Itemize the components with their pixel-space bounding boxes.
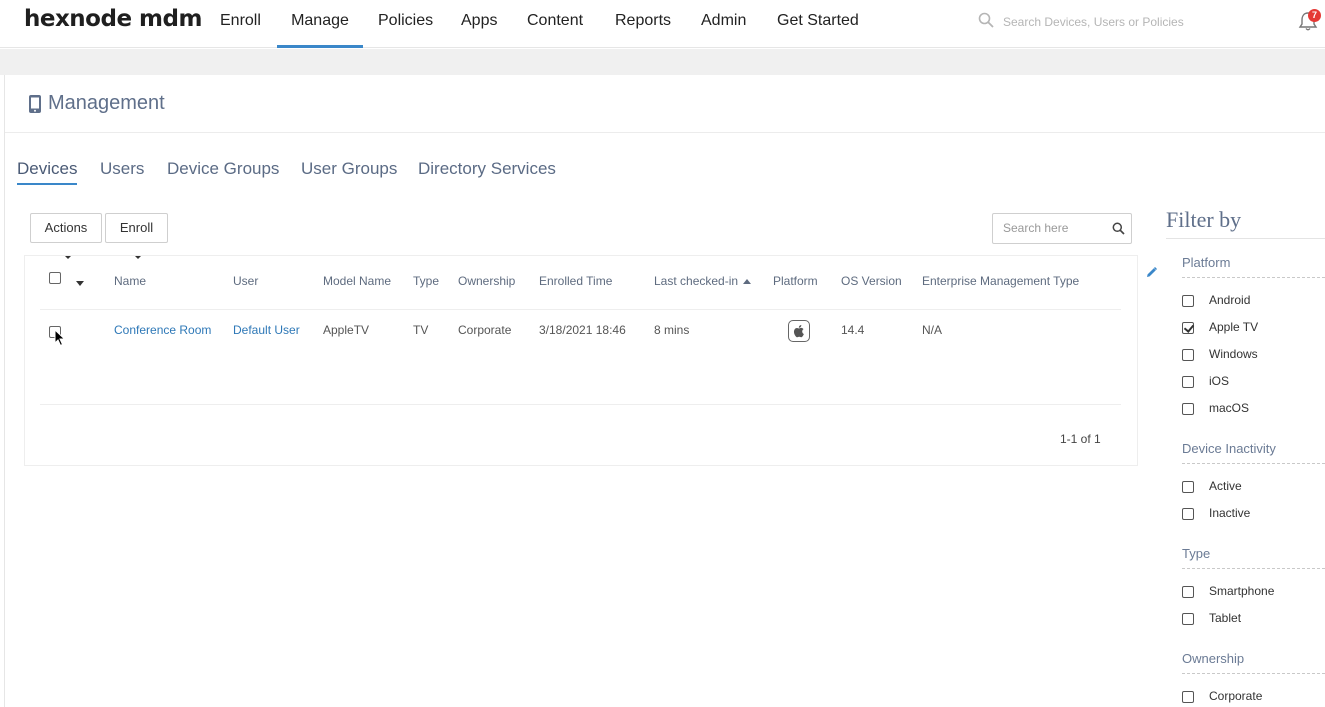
- column-header-os-version[interactable]: OS Version: [841, 274, 902, 288]
- column-header-user[interactable]: User: [233, 274, 258, 288]
- filter-checkbox-windows[interactable]: [1182, 349, 1194, 361]
- column-header-platform[interactable]: Platform: [773, 274, 818, 288]
- filter-option-android[interactable]: Android: [1209, 293, 1250, 307]
- column-header-enrolled-time[interactable]: Enrolled Time: [539, 274, 612, 288]
- nav-policies[interactable]: Policies: [378, 12, 433, 48]
- filter-section-type: Type: [1182, 546, 1211, 561]
- apple-icon: [793, 325, 804, 338]
- column-header-model-name[interactable]: Model Name: [323, 274, 391, 288]
- filter-option-windows[interactable]: Windows: [1209, 347, 1258, 361]
- filter-section-divider: [1182, 673, 1325, 674]
- global-search-input[interactable]: [1003, 13, 1223, 31]
- sort-ascending-icon: [743, 279, 752, 285]
- filter-checkbox-inactive[interactable]: [1182, 508, 1194, 520]
- filter-option-tablet[interactable]: Tablet: [1209, 611, 1241, 625]
- device-user-link[interactable]: Default User: [233, 323, 300, 337]
- tab-directory-services[interactable]: Directory Services: [418, 159, 556, 185]
- edit-columns-pencil-icon[interactable]: [1145, 266, 1158, 279]
- mouse-cursor-icon: [54, 329, 66, 347]
- filter-section-divider: [1182, 568, 1325, 569]
- tab-user-groups[interactable]: User Groups: [301, 159, 397, 185]
- search-icon[interactable]: [1112, 222, 1125, 235]
- enroll-label: Enroll: [119, 220, 154, 235]
- device-type: TV: [413, 323, 429, 337]
- filter-section-ownership: Ownership: [1182, 651, 1245, 666]
- pagination-info: 1-1 of 1: [1060, 432, 1101, 446]
- filter-checkbox-tablet[interactable]: [1182, 613, 1194, 625]
- filter-option-macos[interactable]: macOS: [1209, 401, 1249, 415]
- device-model: AppleTV: [323, 323, 370, 337]
- tab-devices[interactable]: Devices: [17, 159, 78, 185]
- hexnode-logo[interactable]: hexnode mdm: [24, 6, 202, 32]
- filter-checkbox-ios[interactable]: [1182, 376, 1194, 388]
- filter-checkbox-corporate[interactable]: [1182, 691, 1194, 703]
- filter-checkbox-smartphone[interactable]: [1182, 586, 1194, 598]
- search-icon: [978, 12, 994, 28]
- content-left-border: [4, 75, 5, 707]
- tab-users[interactable]: Users: [100, 159, 144, 185]
- tab-device-groups[interactable]: Device Groups: [167, 159, 279, 185]
- filter-section-device-inactivity: Device Inactivity: [1182, 441, 1276, 456]
- device-enrolled-time: 3/18/2021 18:46: [539, 323, 626, 337]
- filter-option-apple-tv[interactable]: Apple TV: [1209, 320, 1258, 334]
- nav-content[interactable]: Content: [527, 12, 583, 48]
- actions-dropdown-button[interactable]: Actions: [30, 213, 102, 259]
- filter-option-ios[interactable]: iOS: [1209, 374, 1229, 388]
- header-row-divider: [40, 309, 1121, 310]
- table-footer-divider: [40, 404, 1121, 405]
- nav-manage[interactable]: Manage: [277, 12, 363, 48]
- filter-checkbox-android[interactable]: [1182, 295, 1194, 307]
- page-title: Management: [48, 92, 165, 114]
- nav-apps[interactable]: Apps: [461, 12, 497, 48]
- mobile-device-icon: [29, 95, 41, 113]
- device-os-version: 14.4: [841, 323, 865, 337]
- device-name-link[interactable]: Conference Room: [114, 323, 211, 337]
- filter-checkbox-apple-tv[interactable]: [1182, 322, 1194, 334]
- select-all-checkbox[interactable]: [49, 272, 61, 284]
- device-enterprise-management-type: N/A: [922, 323, 943, 337]
- actions-label: Actions: [44, 220, 88, 235]
- enroll-dropdown-button[interactable]: Enroll: [105, 213, 168, 259]
- filter-option-active[interactable]: Active: [1209, 479, 1242, 493]
- filter-option-inactive[interactable]: Inactive: [1209, 506, 1250, 520]
- filter-option-smartphone[interactable]: Smartphone: [1209, 584, 1274, 598]
- column-header-type[interactable]: Type: [413, 274, 439, 288]
- page-header: Management: [5, 75, 1325, 133]
- page-strip: [0, 49, 1325, 75]
- nav-admin[interactable]: Admin: [701, 12, 746, 48]
- filter-checkbox-macos[interactable]: [1182, 403, 1194, 415]
- top-navbar: hexnode mdm Enroll Manage Policies Apps …: [0, 0, 1325, 48]
- filter-title: Filter by: [1166, 207, 1242, 232]
- platform-badge: [788, 320, 810, 342]
- filter-checkbox-active[interactable]: [1182, 481, 1194, 493]
- bulk-select-chevron-icon[interactable]: [76, 281, 84, 286]
- device-last-checked-in: 8 mins: [654, 323, 690, 337]
- notification-count-badge: 7: [1308, 9, 1321, 22]
- table-search-box: [992, 213, 1132, 244]
- filter-section-platform: Platform: [1182, 255, 1231, 270]
- table-search-input[interactable]: [1003, 221, 1103, 235]
- column-header-ownership[interactable]: Ownership: [458, 274, 515, 288]
- filter-section-divider: [1182, 463, 1325, 464]
- column-header-name[interactable]: Name: [114, 274, 146, 288]
- filter-section-divider: [1182, 277, 1325, 278]
- device-ownership: Corporate: [458, 323, 512, 337]
- column-header-last-checked-in[interactable]: Last checked-in: [654, 274, 752, 288]
- nav-reports[interactable]: Reports: [615, 12, 671, 48]
- nav-enroll[interactable]: Enroll: [220, 12, 261, 48]
- nav-get-started[interactable]: Get Started: [777, 12, 859, 48]
- filter-option-corporate[interactable]: Corporate: [1209, 689, 1262, 703]
- filter-title-divider: [1166, 238, 1325, 239]
- last-checked-in-label: Last checked-in: [654, 274, 739, 288]
- column-header-enterprise-management-type[interactable]: Enterprise Management Type: [922, 274, 1079, 288]
